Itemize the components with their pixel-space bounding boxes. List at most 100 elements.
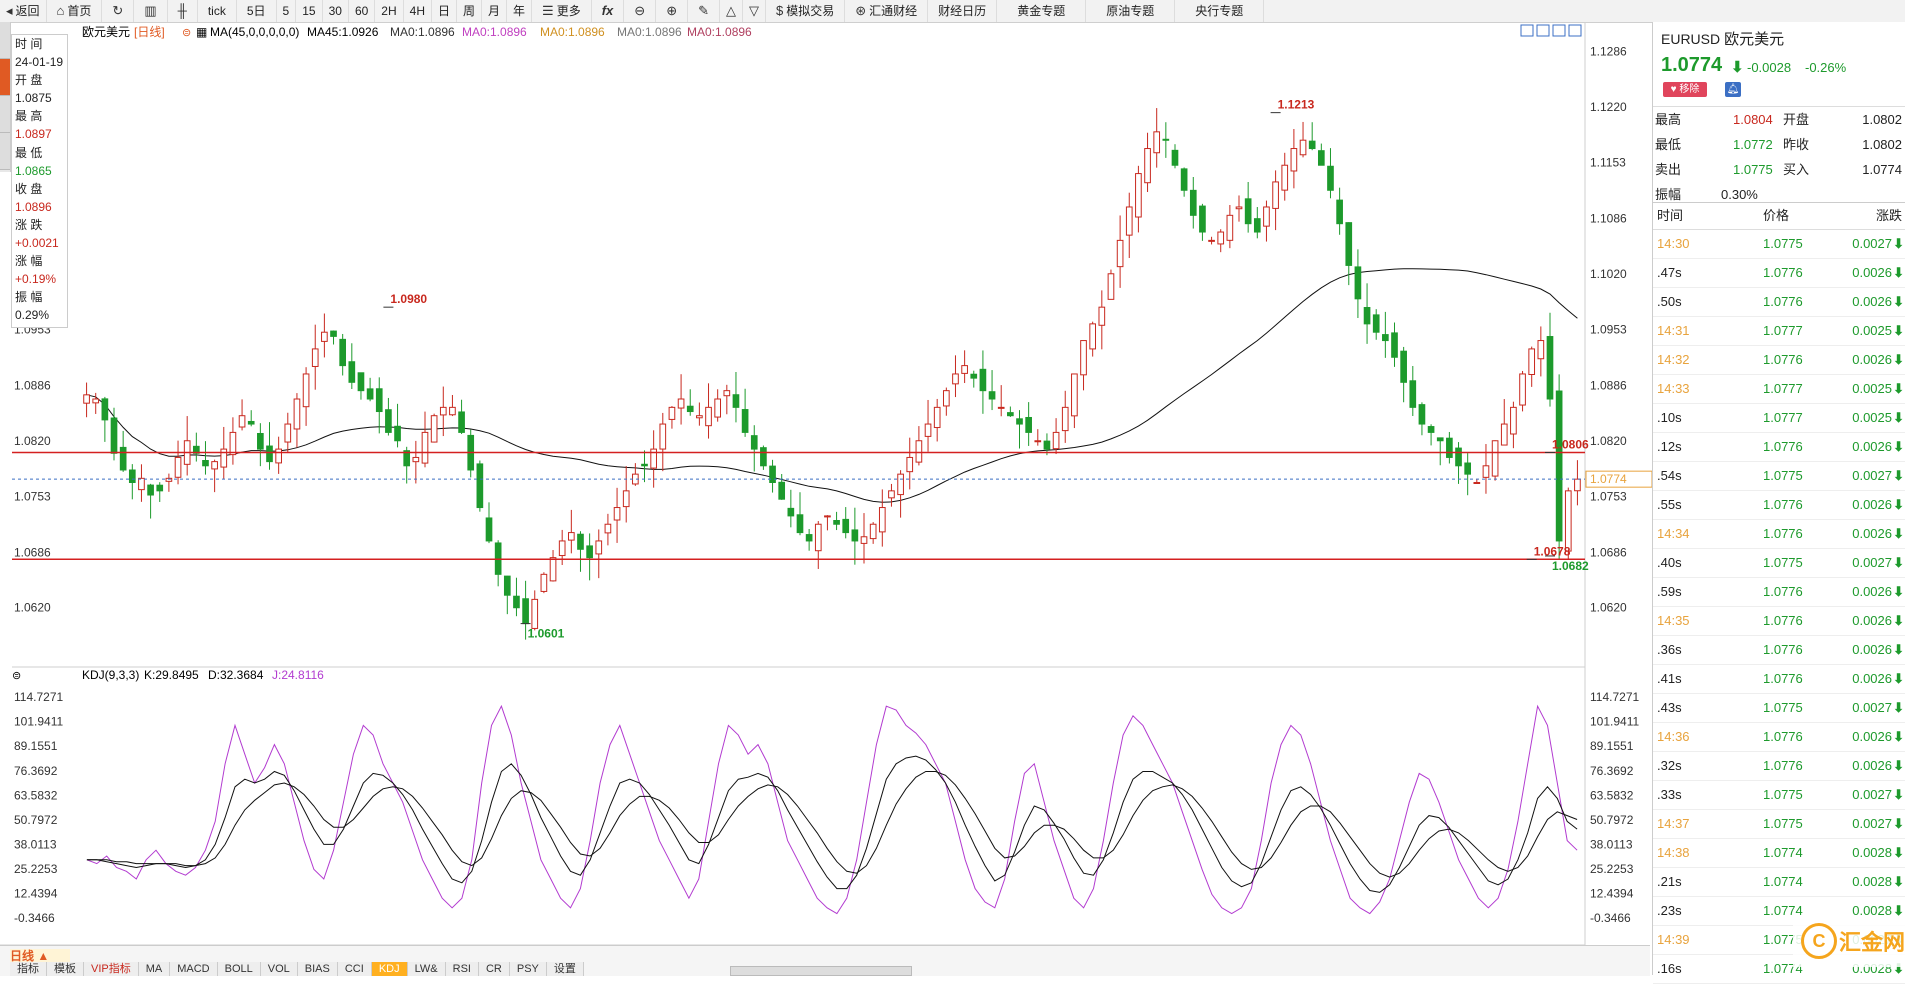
period-60m[interactable]: 60 (349, 0, 376, 22)
remove-watchlist-button[interactable]: ♥ 移除 (1663, 82, 1707, 97)
calendar-button[interactable]: 财经日历 (928, 0, 998, 22)
tab-indicators[interactable]: 指标 (10, 962, 47, 976)
tick-price: 1.0777 (1763, 410, 1803, 425)
tick-change: 0.0025 (1852, 410, 1892, 425)
period-year[interactable]: 年 (507, 0, 533, 22)
period-30m[interactable]: 30 (323, 0, 349, 22)
candle-body (1235, 206, 1243, 210)
kdj-tick-label-left: 12.4394 (14, 887, 58, 901)
candle-body (833, 520, 840, 525)
candle-body (275, 448, 282, 464)
restore-icon[interactable] (1536, 24, 1550, 37)
period-tick[interactable]: tick (198, 0, 237, 22)
period-2h[interactable]: 2H (375, 0, 404, 22)
candle-body (147, 484, 154, 496)
tab-vip[interactable]: VIP指标 (84, 962, 139, 976)
candle-body (1162, 138, 1170, 141)
tab-cr[interactable]: CR (478, 962, 510, 976)
zoom-out-button[interactable]: ⊖ (624, 0, 657, 22)
more-button[interactable]: ☰ 更多 (532, 0, 592, 22)
kdj-settings-icon[interactable]: ⊜ (12, 670, 21, 682)
period-5m[interactable]: 5 (277, 0, 297, 22)
tick-price: 1.0775 (1763, 787, 1803, 802)
candle-body (1071, 373, 1078, 417)
huitong-button[interactable]: ⊛ 汇通财经 (845, 0, 929, 22)
indicator-button[interactable]: ╫ (168, 0, 198, 22)
chart-type-button[interactable]: ▥ (134, 0, 168, 22)
sim-trade-button[interactable]: $ 模拟交易 (766, 0, 846, 22)
period-15m[interactable]: 15 (296, 0, 323, 22)
tick-price: 1.0775 (1763, 700, 1803, 715)
period-week[interactable]: 周 (457, 0, 483, 22)
period-day[interactable]: 日 (432, 0, 457, 22)
kdj-tick-label: 12.4394 (1590, 887, 1634, 901)
info-high: 1.0897 (15, 127, 52, 142)
tab-macd[interactable]: MACD (170, 962, 218, 976)
tick-time: .50s (1657, 294, 1682, 309)
price-chart[interactable]: 1.0774 1.09801.06011.12131.08061.06781.0… (0, 22, 1652, 945)
tick-time: .23s (1657, 903, 1682, 918)
settings-gear-icon[interactable]: ⊜ (182, 27, 191, 39)
topic-gold[interactable]: 黄金专题 (997, 0, 1087, 22)
topic-central-bank[interactable]: 央行专题 (1175, 0, 1265, 22)
period-4h[interactable]: 4H (404, 0, 432, 22)
candle-body (869, 523, 877, 540)
candle-body (952, 373, 959, 385)
tab-settings[interactable]: 设置 (546, 962, 584, 976)
tab-rsi[interactable]: RSI (445, 962, 479, 976)
candle-body (1208, 239, 1215, 242)
period-label[interactable]: 日线 ▲ (10, 949, 70, 963)
tab-cci[interactable]: CCI (337, 962, 372, 976)
candle-body (1253, 218, 1261, 233)
tick-time: .55s (1657, 497, 1682, 512)
tick-row: .40s 1.0775 0.0027 ⬇ (1653, 549, 1905, 578)
arrow-down-icon: ⬇ (1893, 555, 1904, 570)
alert-bell-button[interactable]: 🔔︎ (1725, 82, 1741, 97)
ma-params-icon: ▦ (196, 25, 207, 39)
candle-body (1299, 139, 1307, 156)
tab-templates[interactable]: 模板 (47, 962, 84, 976)
tool-up-button[interactable]: △ (720, 0, 743, 22)
kdj-k-value: K:29.8495 (144, 668, 199, 682)
candle-body (696, 415, 703, 419)
period-5d[interactable]: 5日 (237, 0, 277, 22)
expand-icon[interactable] (1520, 24, 1534, 37)
quote-label: 卖出 (1655, 162, 1682, 177)
candle-body (1043, 440, 1051, 450)
candle-body (266, 445, 273, 463)
candle-body (1171, 149, 1179, 166)
period-month[interactable]: 月 (482, 0, 508, 22)
candle-body (604, 523, 612, 534)
topic-oil[interactable]: 原油专题 (1086, 0, 1176, 22)
candle-body (1144, 148, 1151, 184)
refresh-button[interactable]: ↻ (102, 0, 135, 22)
tab-boll[interactable]: BOLL (217, 962, 261, 976)
kdj-tick-label-left: 50.7972 (14, 813, 58, 827)
tab-bias[interactable]: BIAS (297, 962, 338, 976)
candle-body (1564, 490, 1572, 552)
draw-button[interactable]: ✎ (688, 0, 720, 22)
back-button[interactable]: ◂ 返回 (0, 0, 47, 22)
zoom-in-button[interactable]: ⊕ (656, 0, 689, 22)
tab-kdj[interactable]: KDJ (371, 962, 408, 976)
home-button[interactable]: ⌂ 首页 (47, 0, 103, 22)
tab-psy[interactable]: PSY (509, 962, 547, 976)
tick-time: 14:30 (1657, 236, 1690, 251)
tool-down-button[interactable]: ▽ (743, 0, 766, 22)
tab-vol[interactable]: VOL (260, 962, 298, 976)
chart-grid (0, 22, 1586, 945)
formula-button[interactable]: fx (592, 0, 625, 22)
candle-body (1025, 416, 1032, 433)
candle-body (659, 423, 667, 450)
close-icon[interactable] (1568, 24, 1582, 37)
candle-body (942, 390, 950, 407)
candle-body (842, 518, 850, 534)
tab-ma[interactable]: MA (138, 962, 171, 976)
tick-change: 0.0027 (1852, 787, 1892, 802)
candle-body (906, 456, 914, 473)
tick-row: .43s 1.0775 0.0027 ⬇ (1653, 694, 1905, 723)
popout-icon[interactable] (1552, 24, 1566, 37)
tab-lwr[interactable]: LW& (407, 962, 446, 976)
tick-row: .47s 1.0776 0.0026 ⬇ (1653, 259, 1905, 288)
info-high-label: 最 高 (15, 109, 43, 124)
